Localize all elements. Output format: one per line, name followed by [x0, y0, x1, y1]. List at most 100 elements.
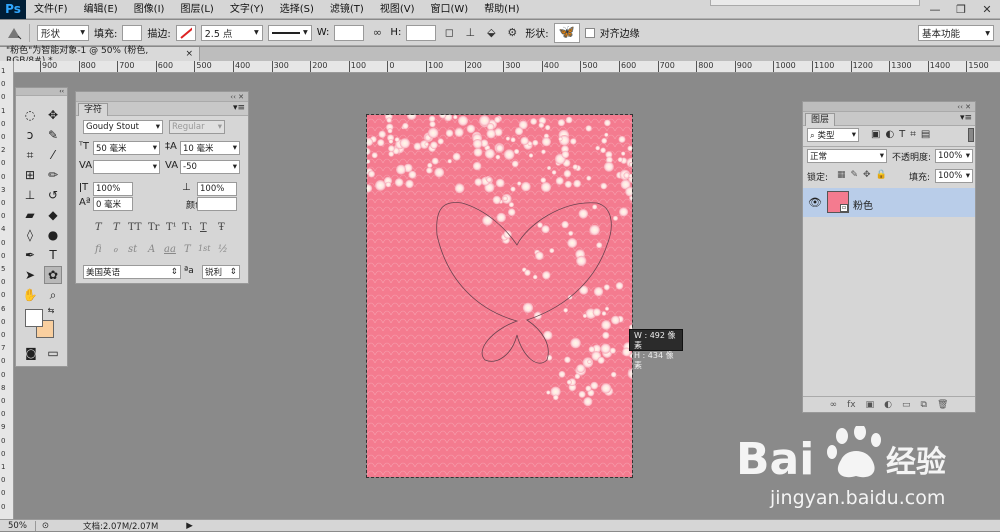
menu-view[interactable]: 视图(V) — [372, 0, 423, 19]
menu-image[interactable]: 图像(I) — [126, 0, 173, 19]
brush-tool-icon[interactable]: ✏ — [44, 166, 62, 184]
font-size-field[interactable]: 50 毫米 ▾ — [93, 141, 160, 155]
mode-select[interactable]: 形状 ▾ — [37, 24, 89, 41]
filter-icons[interactable]: ▣◐T⌗▤ — [871, 129, 935, 140]
menu-type[interactable]: 文字(Y) — [222, 0, 272, 19]
quick-mask-icon[interactable]: ◙ — [22, 344, 40, 362]
filter-toggle[interactable] — [968, 128, 974, 142]
superscript-button[interactable]: T¹ — [166, 222, 177, 233]
menu-select[interactable]: 选择(S) — [272, 0, 322, 19]
menu-help[interactable]: 帮助(H) — [476, 0, 527, 19]
trash-icon[interactable]: 🗑 — [937, 400, 948, 410]
fill-swatch[interactable] — [122, 24, 143, 41]
fill-field[interactable]: 100% ▾ — [935, 169, 973, 183]
faux-italic-button[interactable]: T — [113, 222, 120, 233]
folder-icon[interactable]: ▭ — [902, 400, 911, 410]
blur-tool-icon[interactable]: ◊ — [21, 226, 39, 244]
link-icon[interactable]: ∞ — [369, 25, 385, 41]
font-style-select[interactable]: Regular ▾ — [169, 120, 225, 134]
path-align-icon[interactable]: ⊥ — [462, 25, 478, 41]
menu-window[interactable]: 窗口(W) — [422, 0, 476, 19]
pen-tool-icon[interactable]: ✒ — [21, 246, 39, 264]
font-family-select[interactable]: Goudy Stout ▾ — [83, 120, 163, 134]
small-caps-button[interactable]: Tr — [148, 222, 159, 233]
blend-mode-select[interactable]: 正常 ▾ — [807, 149, 887, 163]
subscript-button[interactable]: T₁ — [182, 222, 193, 233]
strikethrough-button[interactable]: Ŧ — [218, 222, 225, 233]
ordinals-button[interactable]: 1st — [198, 244, 210, 253]
width-field[interactable] — [334, 24, 365, 41]
ligature-button[interactable]: fi — [95, 244, 102, 255]
quick-select-tool-icon[interactable]: ✎ — [44, 126, 62, 144]
eraser-tool-icon[interactable]: ▰ — [21, 206, 39, 224]
close-button[interactable]: ✕ — [974, 0, 1000, 19]
tab-character[interactable]: 字符 — [78, 103, 109, 116]
shape-picker[interactable]: 🦋 — [553, 22, 580, 43]
dodge-tool-icon[interactable]: ● — [44, 226, 62, 244]
pen-tool-preset-icon[interactable] — [6, 25, 22, 41]
screen-mode-icon[interactable]: ▭ — [44, 344, 62, 362]
height-field[interactable] — [406, 24, 437, 41]
restore-button[interactable]: ❐ — [948, 0, 974, 19]
lasso-tool-icon[interactable]: ↄ — [21, 126, 39, 144]
tracking-field[interactable]: -50 ▾ — [180, 160, 240, 174]
align-edges-checkbox[interactable] — [584, 27, 595, 38]
paint-bucket-tool-icon[interactable]: ◆ — [44, 206, 62, 224]
collapse-icon[interactable]: ‹‹ ✕ — [957, 103, 971, 111]
text-color-swatch[interactable] — [197, 197, 237, 211]
discretionary-ligature-button[interactable]: st — [128, 244, 137, 255]
doc-tab[interactable]: "粉色"为智能对象-1 @ 50% (粉色, RGB/8#) * × — [0, 46, 200, 66]
mask-icon[interactable]: ▣ — [866, 400, 875, 410]
menu-layer[interactable]: 图层(L) — [172, 0, 221, 19]
healing-tool-icon[interactable]: ⊞ — [21, 166, 39, 184]
eyedropper-tool-icon[interactable]: ⁄ — [44, 146, 62, 164]
fx-icon[interactable]: fx — [847, 400, 856, 410]
antialias-select[interactable]: 锐利 ⇕ — [202, 265, 240, 279]
old-style-button[interactable]: ℴ — [113, 244, 118, 255]
stroke-type-select[interactable]: ▾ — [267, 24, 312, 41]
titling-button[interactable]: T — [184, 244, 191, 255]
workspace-select[interactable]: 基本功能 ▾ — [918, 25, 994, 41]
language-select[interactable]: 美国英语 ⇕ — [83, 265, 181, 279]
new-layer-icon[interactable]: ⧉ — [921, 400, 927, 410]
zoom-tool-icon[interactable]: ⌕ — [44, 286, 62, 304]
gear-icon[interactable]: ⚙ — [504, 25, 520, 41]
zoom-level[interactable]: 50% — [0, 520, 36, 531]
stylistic-alternates-button[interactable]: aa — [164, 244, 176, 255]
type-tool-icon[interactable]: T — [44, 246, 62, 264]
kerning-field[interactable]: ▾ — [93, 160, 160, 174]
horizontal-scale-field[interactable]: 100% — [197, 182, 237, 196]
minimize-button[interactable]: — — [922, 0, 948, 19]
link-icon[interactable]: ∞ — [830, 400, 838, 410]
collapse-icon[interactable]: ‹‹ ✕ — [230, 93, 244, 101]
faux-bold-button[interactable]: T — [95, 222, 102, 233]
adjustment-icon[interactable]: ◐ — [884, 400, 892, 410]
move-tool-icon[interactable]: ✥ — [44, 106, 62, 124]
menu-file[interactable]: 文件(F) — [26, 0, 76, 19]
lock-icons[interactable]: ▦✎✥🔒 — [837, 170, 892, 180]
path-ops-icon[interactable]: ◻ — [441, 25, 457, 41]
hand-tool-icon[interactable]: ✋ — [21, 286, 39, 304]
stroke-size-field[interactable]: 2.5 点 ▾ — [200, 24, 263, 41]
status-arrow-icon[interactable]: ▶ — [158, 521, 193, 531]
tab-layers[interactable]: 图层 — [805, 113, 836, 126]
history-brush-tool-icon[interactable]: ↺ — [44, 186, 62, 204]
stroke-swatch[interactable] — [175, 24, 196, 41]
baseline-shift-field[interactable]: 0 毫米 — [93, 197, 133, 211]
panel-menu-icon[interactable]: ▾≡ — [233, 103, 245, 113]
stamp-tool-icon[interactable]: ⊥ — [21, 186, 39, 204]
menu-filter[interactable]: 滤镜(T) — [322, 0, 372, 19]
panel-menu-icon[interactable]: ▾≡ — [960, 113, 972, 123]
foreground-color-swatch[interactable] — [25, 309, 43, 327]
crop-tool-icon[interactable]: ⌗ — [21, 146, 39, 164]
path-arrange-icon[interactable]: ⬙ — [483, 25, 499, 41]
close-icon[interactable]: × — [185, 49, 193, 59]
path-select-tool-icon[interactable]: ➤ — [21, 266, 39, 284]
all-caps-button[interactable]: TT — [128, 222, 142, 233]
opacity-field[interactable]: 100% ▾ — [935, 149, 973, 163]
layer-filter-select[interactable]: ⌕ 类型 ▾ — [807, 128, 859, 142]
custom-shape-tool-icon[interactable]: ✿ — [44, 266, 62, 284]
underline-button[interactable]: T — [200, 222, 207, 233]
menu-edit[interactable]: 编辑(E) — [76, 0, 126, 19]
layer-row[interactable]: 👁 ▫ 粉色 — [803, 188, 975, 217]
